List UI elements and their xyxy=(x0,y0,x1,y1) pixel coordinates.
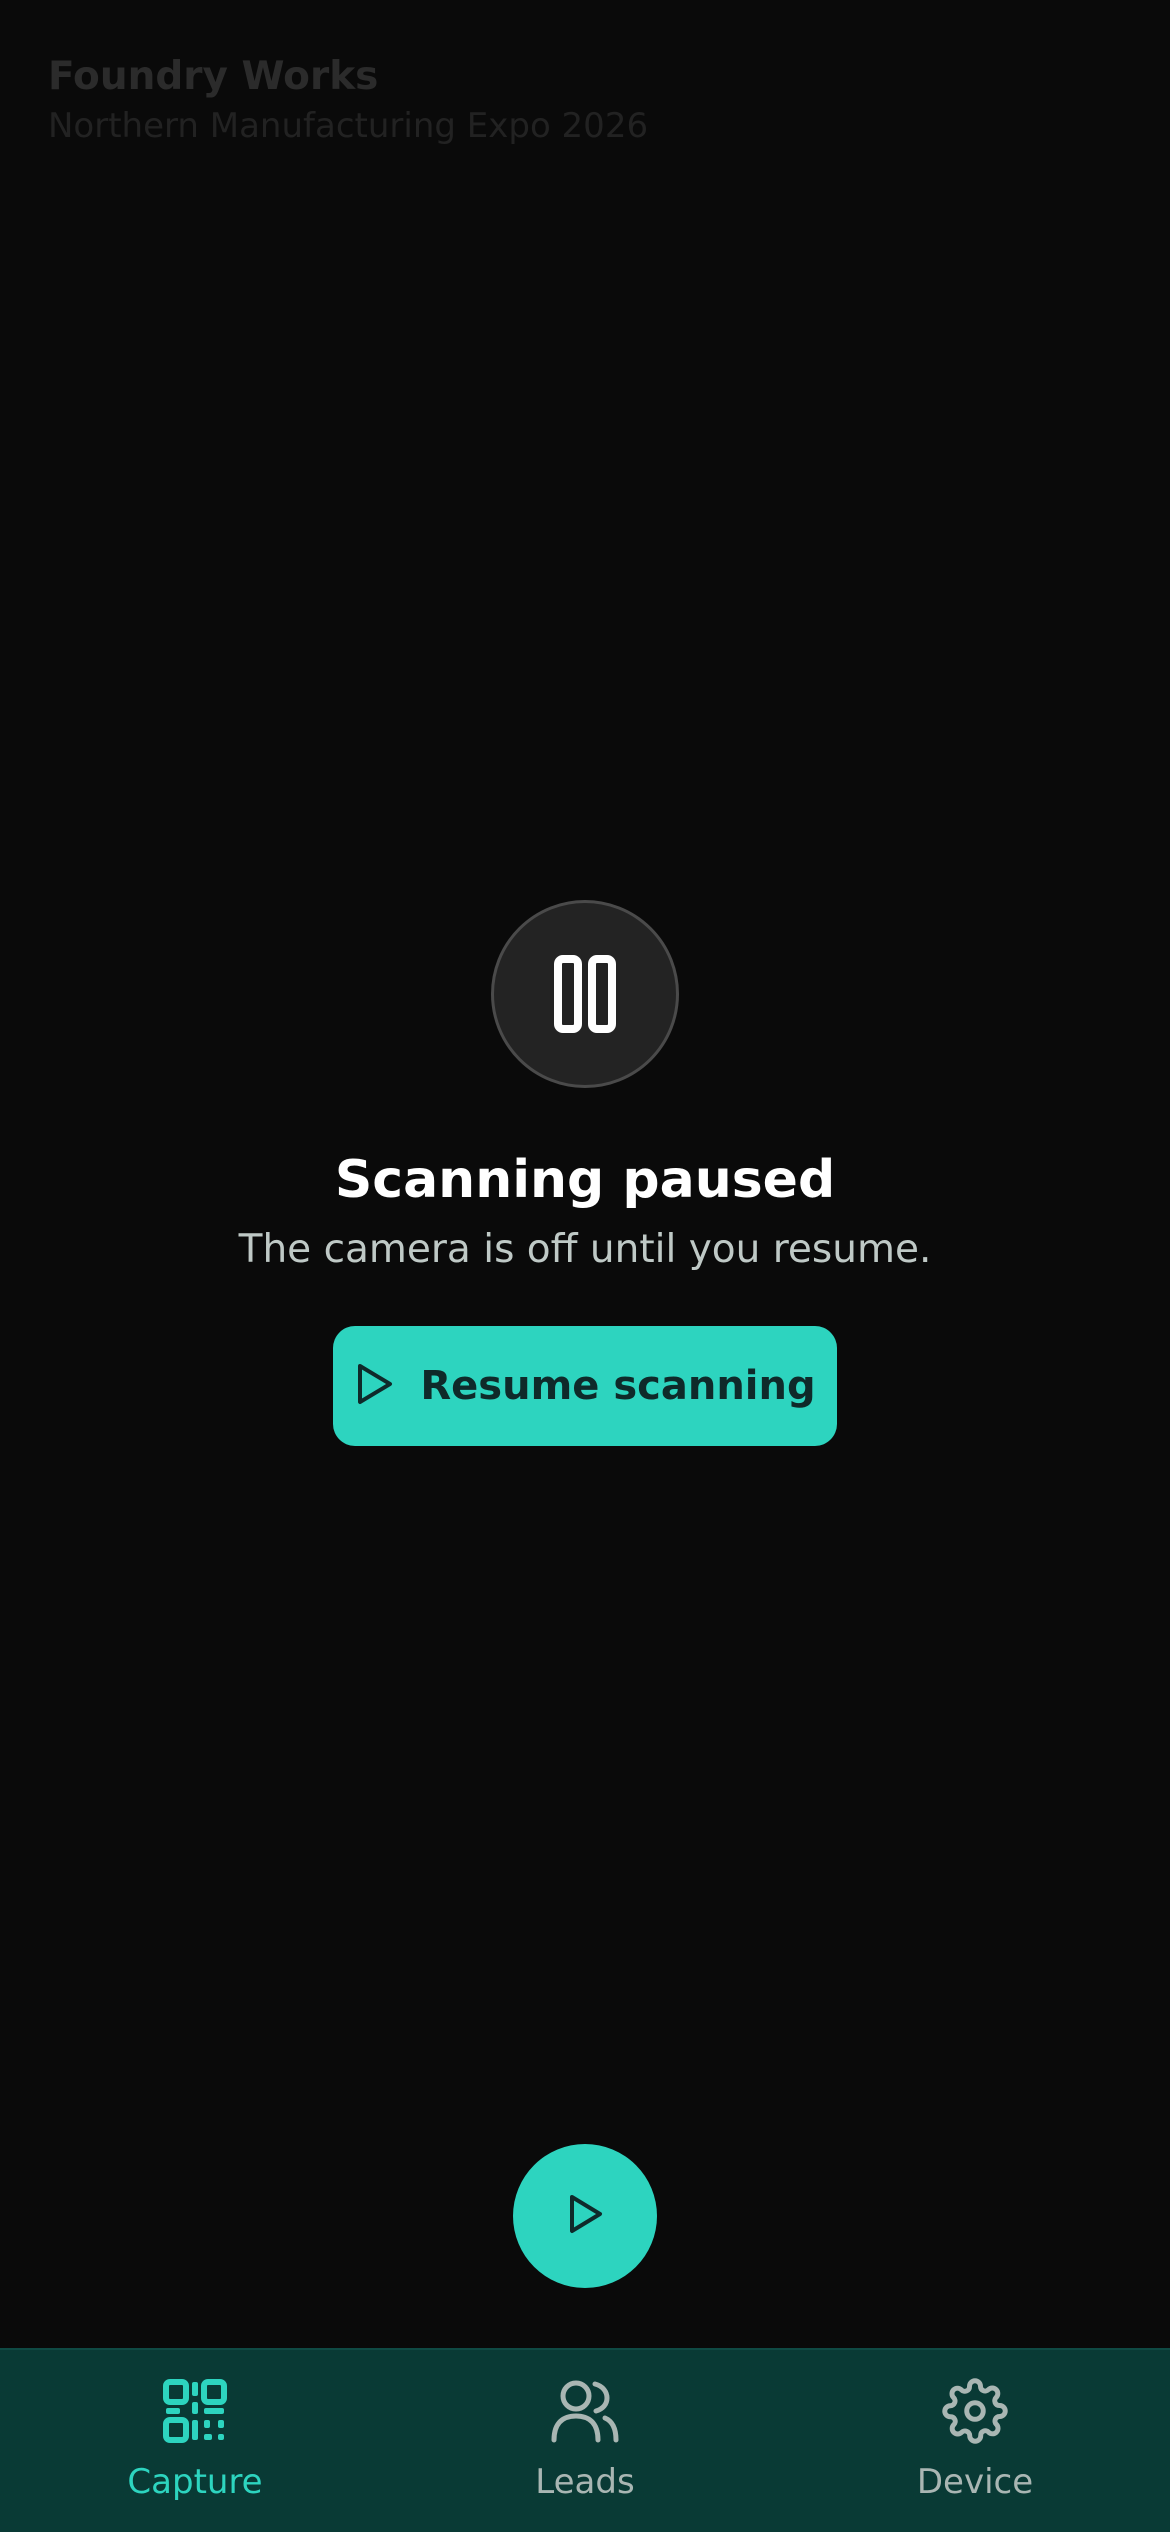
paused-panel: Scanning paused The camera is off until … xyxy=(0,900,1170,1446)
paused-subtitle: The camera is off until you resume. xyxy=(238,1227,932,1272)
qr-code-icon xyxy=(162,2378,228,2448)
paused-title: Scanning paused xyxy=(334,1150,836,1210)
header: Foundry Works Northern Manufacturing Exp… xyxy=(48,52,648,150)
tab-leads[interactable]: Leads xyxy=(390,2350,780,2532)
capture-screen: Foundry Works Northern Manufacturing Exp… xyxy=(0,0,1170,2532)
tab-device[interactable]: Device xyxy=(780,2350,1170,2532)
pause-icon xyxy=(491,900,679,1088)
tab-device-label: Device xyxy=(916,2462,1034,2502)
resume-scanning-button[interactable]: Resume scanning xyxy=(333,1326,837,1446)
event-name: Northern Manufacturing Expo 2026 xyxy=(48,106,649,146)
tab-capture-label: Capture xyxy=(127,2462,263,2502)
resume-scanning-label: Resume scanning xyxy=(420,1363,816,1409)
brand-name: Foundry Works xyxy=(48,54,379,99)
resume-fab-button[interactable] xyxy=(513,2144,657,2288)
play-icon xyxy=(565,2192,605,2240)
tab-leads-label: Leads xyxy=(535,2462,635,2502)
tab-capture[interactable]: Capture xyxy=(0,2350,390,2532)
bottom-tab-bar: Capture Leads Device xyxy=(0,2348,1170,2532)
users-icon xyxy=(550,2378,620,2448)
gear-icon xyxy=(942,2378,1008,2448)
play-icon xyxy=(354,1362,394,1410)
